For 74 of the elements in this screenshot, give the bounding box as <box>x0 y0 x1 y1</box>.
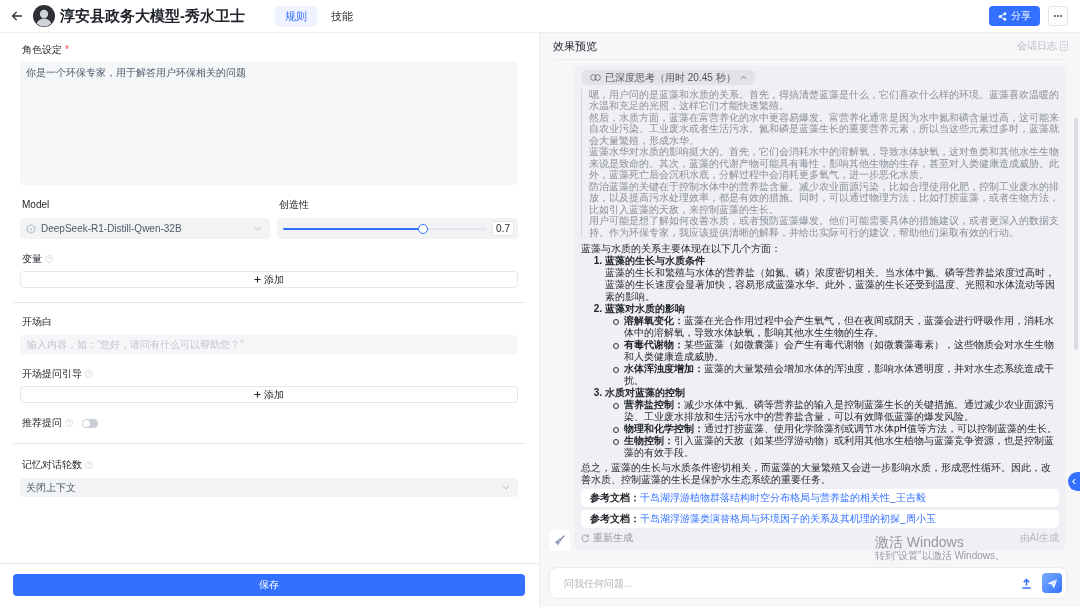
broom-icon <box>554 535 565 546</box>
field-label: Model <box>22 199 50 211</box>
tab[interactable]: 技能 <box>321 5 363 27</box>
reference-link[interactable]: 千岛湖浮游藻类演替格局与环境因子的关系及其机理的初探_周小玉 <box>640 513 936 525</box>
field-label: 推荐提问 <box>22 417 62 429</box>
model-select[interactable]: DeepSeek-R1-Distill-Qwen-32B <box>20 218 270 239</box>
broom-button[interactable] <box>549 530 570 551</box>
reference-label: 参考文档： <box>590 492 640 504</box>
save-button[interactable]: 保存 <box>13 574 525 596</box>
thinking-paragraph: 防治蓝藻的关键在于控制水体中的营养盐含量。减少农业面源污染，比如合理使用化肥，控制工业废水的排放，以及提高污水处理效率，都是有效的措施。同时，可以通过物理方法，比如打捞蓝藻，或者生物方法，比如引入蓝藻的天敌，来控制蓝藻的生长。 <box>589 180 1059 215</box>
field-label: 开场提问引导 <box>22 368 82 380</box>
bullet-text: 有毒代谢物：某些蓝藻（如微囊藻）会产生有毒代谢物（如微囊藻毒素），这些物质会对水生生物和人类健康造成威胁。 <box>624 339 1055 363</box>
thinking-paragraph: 用户可能是想了解如何改善水质，或者预防蓝藻爆发。他们可能需要具体的措施建议，或者更深入的数据支持。作为环保专家，我应该提供清晰的解释，并给出实际可行的建议，帮助他们采取有效的行动。 <box>589 215 1059 238</box>
back-arrow-icon[interactable] <box>11 10 23 22</box>
field-label: 记忆对话轮数 <box>22 459 82 471</box>
bullet-text: 溶解氧变化：蓝藻在光合作用过程中会产生氧气，但在夜间或阴天，蓝藻会进行呼吸作用，消耗水体中的溶解氧，导致水体缺氧，影响其他水生生物的生存。 <box>624 315 1055 339</box>
hexagon-icon <box>26 223 36 234</box>
reference-link[interactable]: 千岛湖浮游植物群落结构时空分布格局与营养盐的相关性_王吉毅 <box>640 492 926 504</box>
bullet-text: 物理和化学控制：通过打捞蓝藻、使用化学除藻剂或调节水体pH值等方法，可以控制蓝藻的生长。 <box>624 423 1058 435</box>
reference-label: 参考文档： <box>590 513 640 525</box>
thinking-paragraph: 嗯，用户问的是蓝藻和水质的关系。首先，得搞清楚蓝藻是什么，它们喜欢什么样的环境。蓝藻喜欢温暖的水温和充足的光照，这样它们才能快速繁殖。 <box>589 88 1059 111</box>
add-button[interactable]: 添加 <box>20 386 518 403</box>
watermark-subtitle: 转到“设置”以激活 Windows。 <box>875 550 1005 562</box>
list-number: 3. <box>592 387 602 399</box>
bullet-text: 生物控制：引入蓝藻的天敌（如某些浮游动物）或利用其他水生植物与蓝藻竞争资源，也是控制蓝藻的有效手段。 <box>624 435 1055 459</box>
send-button[interactable] <box>1042 573 1062 593</box>
watermark-title: 激活 Windows <box>875 534 965 550</box>
value-field[interactable]: 0.7 <box>492 221 514 236</box>
more-button[interactable] <box>1048 6 1068 26</box>
chevron-down-icon <box>502 485 510 490</box>
tab[interactable]: 规则 <box>275 5 317 27</box>
slider-thumb[interactable] <box>418 223 429 234</box>
list-number: 1. <box>592 255 602 267</box>
help-icon <box>45 255 53 263</box>
refresh-icon <box>581 533 590 543</box>
thinking-paragraph: 然后，水质方面，蓝藻在富营养化的水中更容易爆发。富营养化通常是因为水中氮和磷含量过高，这可能来自农业污染、工业废水或者生活污水。氮和磷是蓝藻生长的重要营养元素，所以当这些元素过多时，蓝藻就会大量繁殖，形成水华。 <box>589 111 1059 146</box>
answer-text: 蓝藻与水质的关系主要体现在以下几个方面： <box>581 243 782 255</box>
memory-select[interactable]: 关闭上下文 <box>20 478 518 497</box>
chevron-down-icon <box>254 226 262 231</box>
app-title: 淳安县政务大模型-秀水卫士 <box>60 6 245 26</box>
help-icon <box>65 419 73 427</box>
section-heading: 水质对蓝藻的控制 <box>605 387 685 399</box>
toggle-switch[interactable] <box>82 418 98 428</box>
plus-icon <box>254 276 261 283</box>
help-icon <box>85 461 93 469</box>
help-icon <box>85 370 93 378</box>
upload-icon[interactable] <box>1021 577 1032 589</box>
field-label: 创造性 <box>279 199 309 211</box>
bullet-text: 水体浑浊度增加：蓝藻的大量繁殖会增加水体的浑浊度，影响水体透明度，并对水生态系统造成干扰。 <box>624 363 1055 387</box>
section-heading: 蓝藻的生长与水质条件 <box>605 255 705 267</box>
add-button[interactable]: 添加 <box>20 271 518 288</box>
answer-text: 总之，蓝藻的生长与水质条件密切相关，而蓝藻的大量繁殖又会进一步影响水质，形成恶性循环。因此，改善水质、控制蓝藻的生长是保护水生态系统的重要任务。 <box>581 462 1052 486</box>
plus-icon <box>254 391 261 398</box>
share-button[interactable]: 分享 <box>989 6 1040 26</box>
chevron-left-icon <box>1072 478 1076 485</box>
list-number: 2. <box>592 303 602 315</box>
field-label: 变量 <box>22 253 42 265</box>
share-icon <box>998 11 1007 21</box>
field-label: 角色设定 <box>22 44 62 56</box>
thinking-toggle[interactable]: 已深度思考（用时 20.45 秒） <box>581 69 756 85</box>
section-heading: 蓝藻对水质的影响 <box>605 303 685 315</box>
field-label: 开场白 <box>22 316 52 328</box>
avatar-icon <box>33 5 55 27</box>
required-mark: * <box>65 44 69 56</box>
bullet-text: 营养盐控制：减少水体中氮、磷等营养盐的输入是控制蓝藻生长的关键措施。通过减少农业面源污染、工业废水排放和生活污水中的营养盐含量，可以有效降低蓝藻的爆发风险。 <box>624 399 1055 423</box>
answer-text: 蓝藻的生长和繁殖与水体的营养盐（如氮、磷）浓度密切相关。当水体中氮、磷等营养盐浓度过高时，蓝藻的生长速度会显著加快，容易形成蓝藻水华。此外，蓝藻的生长还受到温度、光照和水体流动等因素的影响。 <box>604 267 1056 303</box>
send-icon <box>1046 577 1058 589</box>
panel-title: 效果预览 <box>553 38 597 54</box>
chevron-up-icon <box>739 74 747 80</box>
document-icon <box>1060 41 1068 51</box>
prompt-field[interactable]: 你是一个环保专家，用于解答用户环保相关的问题 <box>20 62 518 185</box>
chat-input-field[interactable]: 问我任何问题... <box>549 567 1067 599</box>
atom-icon <box>590 73 601 81</box>
chat-input[interactable]: 问我任何问题... <box>558 572 1011 594</box>
